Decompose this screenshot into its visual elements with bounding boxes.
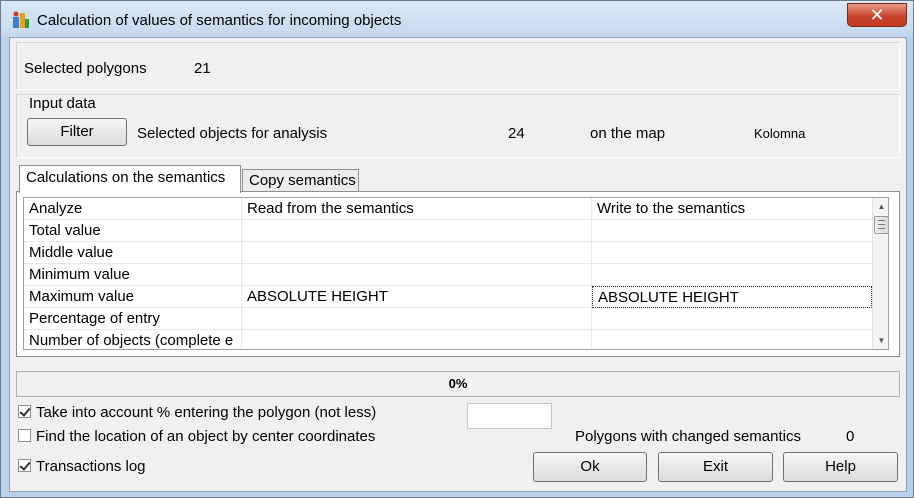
selected-polygons-value: 21 xyxy=(194,60,211,77)
cell-read[interactable] xyxy=(242,330,592,349)
table-row[interactable]: Number of objects (complete e xyxy=(24,330,872,349)
selected-objects-value: 24 xyxy=(508,125,525,142)
find-location-checkbox[interactable] xyxy=(18,429,31,442)
cell-analyze[interactable]: Total value xyxy=(24,220,242,242)
progress-label: 0% xyxy=(448,376,468,391)
selected-polygons-label: Selected polygons xyxy=(24,60,147,77)
app-icon xyxy=(13,11,29,28)
cell-write[interactable] xyxy=(592,242,872,264)
ok-button[interactable]: Ok xyxy=(533,452,647,482)
cell-analyze[interactable]: Middle value xyxy=(24,242,242,264)
title-bar[interactable]: Calculation of values of semantics for i… xyxy=(1,1,913,37)
transactions-log-option[interactable]: Transactions log xyxy=(18,458,146,478)
table-row[interactable]: Minimum value xyxy=(24,264,872,286)
progress-bar: 0% xyxy=(16,371,900,397)
cell-analyze[interactable]: Minimum value xyxy=(24,264,242,286)
cell-analyze[interactable]: Number of objects (complete e xyxy=(24,330,242,349)
cell-write[interactable] xyxy=(592,308,872,330)
changed-polygons-value: 0 xyxy=(846,428,855,445)
scroll-up-icon[interactable]: ▲ xyxy=(873,198,888,215)
map-name: Kolomna xyxy=(754,126,806,141)
tab-copy-semantics[interactable]: Copy semantics xyxy=(242,169,359,191)
find-location-option[interactable]: Find the location of an object by center… xyxy=(18,428,375,448)
cell-write-selected[interactable]: ABSOLUTE HEIGHT xyxy=(592,286,872,308)
cell-read[interactable] xyxy=(242,220,592,242)
tab-calculations[interactable]: Calculations on the semantics xyxy=(19,165,241,193)
tab-page-calculations: Analyze Read from the semantics Write to… xyxy=(16,191,900,357)
changed-polygons-label: Polygons with changed semantics xyxy=(575,428,801,445)
cell-read[interactable] xyxy=(242,264,592,286)
take-into-account-label[interactable]: Take into account % entering the polygon… xyxy=(36,404,376,421)
selected-objects-label: Selected objects for analysis xyxy=(137,125,328,142)
percent-input[interactable] xyxy=(467,403,552,429)
cell-read[interactable] xyxy=(242,308,592,330)
on-map-label: on the map xyxy=(590,125,666,142)
table-row[interactable]: Percentage of entry xyxy=(24,308,872,330)
cell-analyze[interactable]: Percentage of entry xyxy=(24,308,242,330)
close-icon: ✕ xyxy=(869,5,885,25)
semantics-grid[interactable]: Analyze Read from the semantics Write to… xyxy=(23,197,889,350)
header-analyze[interactable]: Analyze xyxy=(24,198,242,220)
cell-write[interactable] xyxy=(592,220,872,242)
input-data-group: Input data Filter Selected objects for a… xyxy=(16,94,900,158)
filter-button[interactable]: Filter xyxy=(27,118,127,146)
find-location-label[interactable]: Find the location of an object by center… xyxy=(36,428,375,445)
take-into-account-checkbox[interactable] xyxy=(18,405,31,418)
table-row[interactable]: Total value xyxy=(24,220,872,242)
grid-header-row: Analyze Read from the semantics Write to… xyxy=(24,198,872,220)
header-read[interactable]: Read from the semantics xyxy=(242,198,592,220)
transactions-log-checkbox[interactable] xyxy=(18,459,31,472)
cell-analyze[interactable]: Maximum value xyxy=(24,286,242,308)
window-title: Calculation of values of semantics for i… xyxy=(37,12,402,29)
close-button[interactable]: ✕ xyxy=(847,3,907,27)
exit-button[interactable]: Exit xyxy=(658,452,773,482)
scroll-thumb[interactable] xyxy=(874,216,888,234)
transactions-log-label[interactable]: Transactions log xyxy=(36,458,146,475)
grid-vertical-scrollbar[interactable]: ▲ ▼ xyxy=(872,198,888,349)
header-write[interactable]: Write to the semantics xyxy=(592,198,872,220)
take-into-account-option[interactable]: Take into account % entering the polygon… xyxy=(18,404,376,424)
scroll-down-icon[interactable]: ▼ xyxy=(873,332,888,349)
cell-read[interactable]: ABSOLUTE HEIGHT xyxy=(242,286,592,308)
cell-write[interactable] xyxy=(592,264,872,286)
dialog-window: Calculation of values of semantics for i… xyxy=(0,0,914,498)
summary-panel: Selected polygons 21 xyxy=(16,42,900,90)
cell-write[interactable] xyxy=(592,330,872,349)
tab-control: Calculations on the semantics Copy seman… xyxy=(16,165,900,357)
input-data-label: Input data xyxy=(29,95,96,112)
help-button[interactable]: Help xyxy=(783,452,898,482)
table-row[interactable]: Maximum value ABSOLUTE HEIGHT ABSOLUTE H… xyxy=(24,286,872,308)
cell-read[interactable] xyxy=(242,242,592,264)
dialog-client-area: Selected polygons 21 Input data Filter S… xyxy=(9,37,907,492)
table-row[interactable]: Middle value xyxy=(24,242,872,264)
